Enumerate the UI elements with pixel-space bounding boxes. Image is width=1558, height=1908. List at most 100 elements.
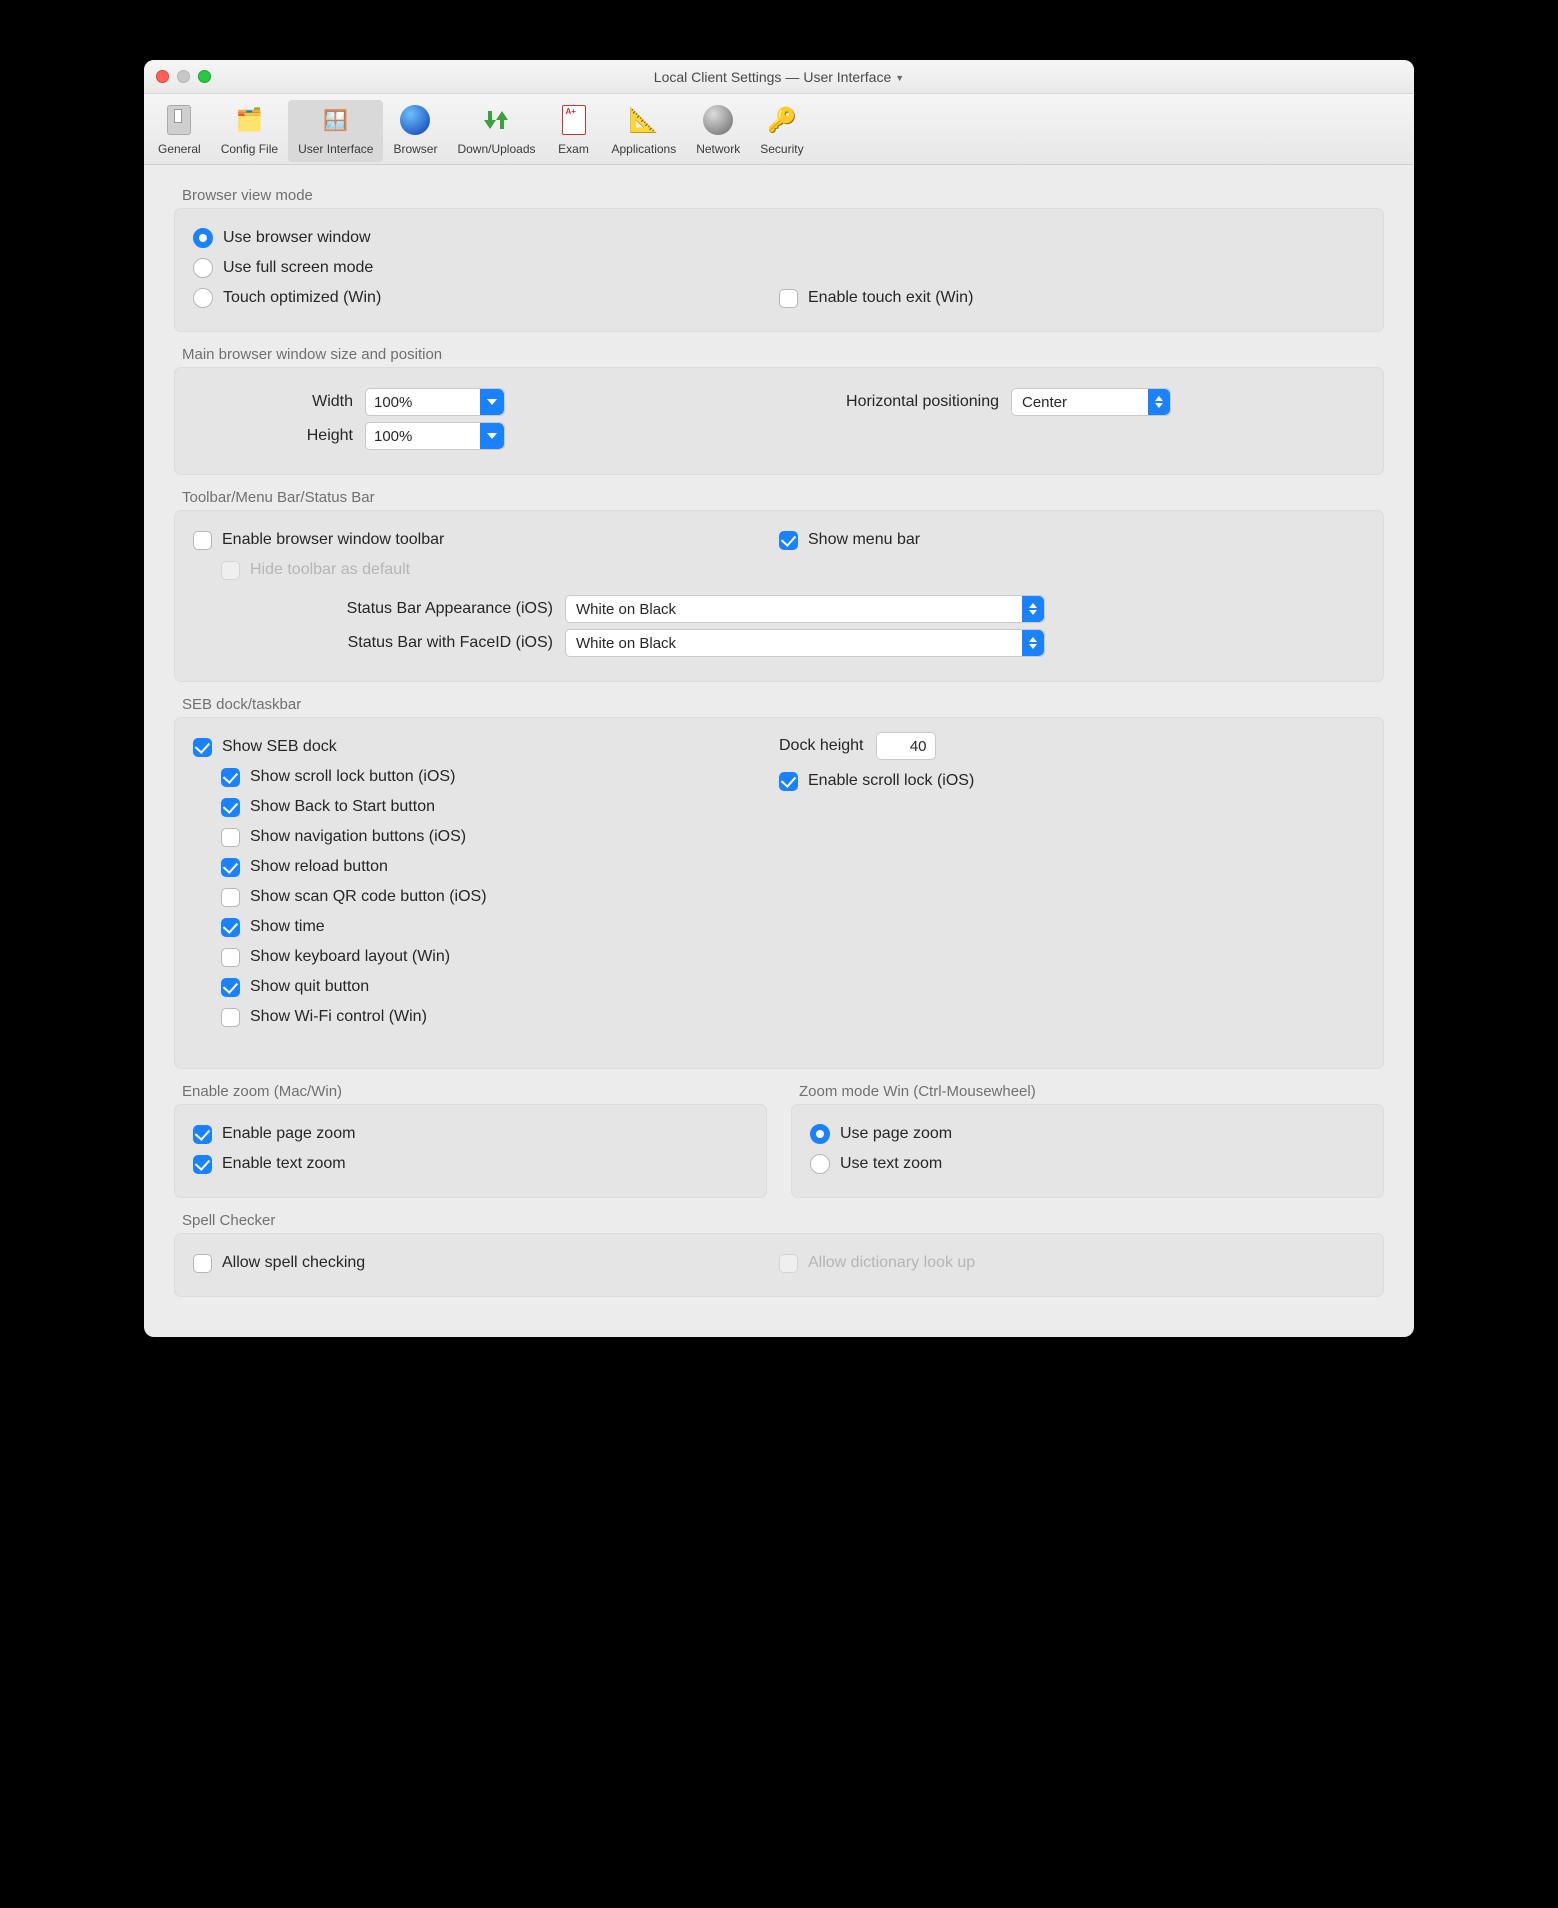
checkbox-label: Hide toolbar as default — [250, 561, 410, 579]
select-hpos[interactable]: Center — [1011, 388, 1171, 416]
radio-label: Use browser window — [223, 229, 371, 247]
checkbox-label: Allow dictionary look up — [808, 1254, 975, 1272]
checkbox-show-qr[interactable] — [221, 888, 240, 907]
checkbox-show-wifi[interactable] — [221, 1008, 240, 1027]
group-title-spell: Spell Checker — [182, 1212, 1376, 1229]
down-uploads-icon — [478, 102, 514, 138]
checkbox-enable-scroll-lock[interactable] — [779, 772, 798, 791]
select-value: Center — [1022, 394, 1067, 411]
updown-icon — [1148, 389, 1170, 415]
zoom-icon[interactable] — [198, 70, 211, 83]
chevron-down-icon: ▼ — [895, 73, 904, 83]
close-icon[interactable] — [156, 70, 169, 83]
label-status-faceid: Status Bar with FaceID (iOS) — [193, 634, 553, 652]
combo-height[interactable]: 100% — [365, 422, 505, 450]
radio-label: Use text zoom — [840, 1155, 942, 1173]
checkbox-show-scroll-lock[interactable] — [221, 768, 240, 787]
checkbox-show-keyboard-layout[interactable] — [221, 948, 240, 967]
general-icon — [161, 102, 197, 138]
radio-use-browser-window[interactable] — [193, 228, 213, 248]
checkbox-show-nav-buttons[interactable] — [221, 828, 240, 847]
checkbox-show-back-to-start[interactable] — [221, 798, 240, 817]
checkbox-hide-toolbar — [221, 561, 240, 580]
tab-config-file[interactable]: 🗂️ Config File — [211, 100, 288, 162]
checkbox-label: Enable browser window toolbar — [222, 531, 444, 549]
group-zoom: Enable page zoom Enable text zoom — [174, 1104, 767, 1198]
tab-general[interactable]: General — [148, 100, 211, 162]
combo-width[interactable]: 100% — [365, 388, 505, 416]
group-title-dock: SEB dock/taskbar — [182, 696, 1376, 713]
content-area: Browser view mode Use browser window Use… — [144, 165, 1414, 1337]
checkbox-label: Show navigation buttons (iOS) — [250, 828, 466, 846]
checkbox-label: Show Wi-Fi control (Win) — [250, 1008, 427, 1026]
tab-label: Security — [760, 142, 803, 156]
checkbox-label: Show scroll lock button (iOS) — [250, 768, 455, 786]
group-title-size: Main browser window size and position — [182, 346, 1376, 363]
checkbox-label: Show quit button — [250, 978, 369, 996]
updown-icon — [1022, 596, 1044, 622]
select-value: White on Black — [576, 601, 676, 618]
checkbox-label: Show scan QR code button (iOS) — [250, 888, 487, 906]
checkbox-text-zoom[interactable] — [193, 1155, 212, 1174]
checkbox-label: Show time — [250, 918, 325, 936]
checkbox-show-time[interactable] — [221, 918, 240, 937]
group-title-zoom-mode: Zoom mode Win (Ctrl-Mousewheel) — [799, 1083, 1376, 1100]
radio-touch-optimized[interactable] — [193, 288, 213, 308]
tab-network[interactable]: Network — [686, 100, 750, 162]
group-title-zoom: Enable zoom (Mac/Win) — [182, 1083, 759, 1100]
window-title-prefix: Local Client Settings — — [654, 69, 800, 85]
radio-label: Use page zoom — [840, 1125, 952, 1143]
checkbox-show-quit[interactable] — [221, 978, 240, 997]
security-icon: 🔑 — [764, 102, 800, 138]
group-dock: Show SEB dock Show scroll lock button (i… — [174, 717, 1384, 1069]
select-status-ios[interactable]: White on Black — [565, 595, 1045, 623]
main-toolbar: General 🗂️ Config File 🪟 User Interface … — [144, 94, 1414, 165]
checkbox-label: Enable scroll lock (iOS) — [808, 772, 974, 790]
group-size: Width 100% Height 100% — [174, 367, 1384, 475]
tab-label: User Interface — [298, 142, 373, 156]
radio-use-page-zoom[interactable] — [810, 1124, 830, 1144]
tab-label: Network — [696, 142, 740, 156]
tab-browser[interactable]: Browser — [383, 100, 447, 162]
input-value: 40 — [910, 738, 927, 755]
window-title-tab: User Interface — [803, 69, 891, 85]
checkbox-allow-spell[interactable] — [193, 1254, 212, 1273]
checkbox-show-seb-dock[interactable] — [193, 738, 212, 757]
updown-icon — [1022, 630, 1044, 656]
checkbox-enable-touch-exit[interactable] — [779, 289, 798, 308]
minimize-icon[interactable] — [177, 70, 190, 83]
chevron-down-icon — [480, 423, 504, 449]
input-dock-height[interactable]: 40 — [876, 732, 936, 760]
select-value: White on Black — [576, 635, 676, 652]
checkbox-label: Allow spell checking — [222, 1254, 365, 1272]
titlebar: Local Client Settings — User Interface ▼ — [144, 60, 1414, 94]
checkbox-show-reload[interactable] — [221, 858, 240, 877]
checkbox-page-zoom[interactable] — [193, 1125, 212, 1144]
tab-label: General — [158, 142, 201, 156]
tab-applications[interactable]: 📐 Applications — [602, 100, 687, 162]
window-controls — [156, 70, 211, 83]
checkbox-label: Show keyboard layout (Win) — [250, 948, 450, 966]
radio-use-text-zoom[interactable] — [810, 1154, 830, 1174]
user-interface-icon: 🪟 — [318, 102, 354, 138]
label-height: Height — [193, 427, 353, 445]
group-bars: Enable browser window toolbar Hide toolb… — [174, 510, 1384, 682]
combo-value: 100% — [374, 394, 412, 411]
tab-exam[interactable]: Exam — [546, 100, 602, 162]
select-status-faceid[interactable]: White on Black — [565, 629, 1045, 657]
radio-label: Touch optimized (Win) — [223, 289, 381, 307]
checkbox-label: Show SEB dock — [222, 738, 337, 756]
checkbox-label: Enable touch exit (Win) — [808, 289, 973, 307]
checkbox-label: Show menu bar — [808, 531, 920, 549]
combo-value: 100% — [374, 428, 412, 445]
tab-security[interactable]: 🔑 Security — [750, 100, 813, 162]
window-title[interactable]: Local Client Settings — User Interface ▼ — [144, 69, 1414, 85]
checkbox-show-menu-bar[interactable] — [779, 531, 798, 550]
label-width: Width — [193, 393, 353, 411]
checkbox-enable-toolbar[interactable] — [193, 531, 212, 550]
tab-down-uploads[interactable]: Down/Uploads — [447, 100, 545, 162]
radio-use-full-screen[interactable] — [193, 258, 213, 278]
tab-label: Browser — [393, 142, 437, 156]
exam-icon — [556, 102, 592, 138]
tab-user-interface[interactable]: 🪟 User Interface — [288, 100, 383, 162]
